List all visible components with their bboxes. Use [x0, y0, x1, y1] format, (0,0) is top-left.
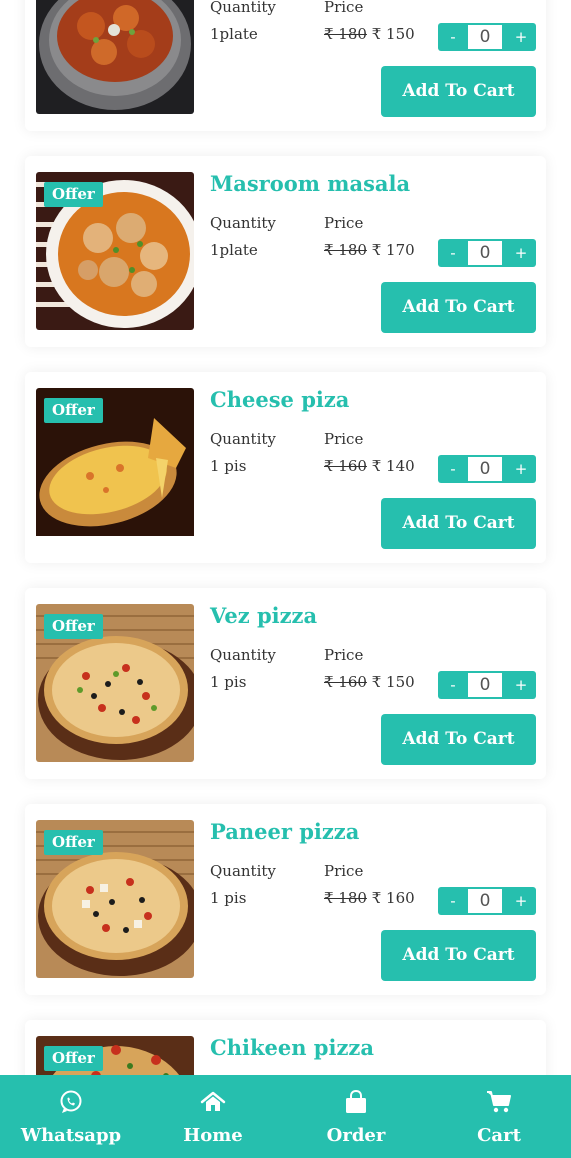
decrement-button[interactable]: -: [438, 239, 468, 267]
decrement-button[interactable]: -: [438, 455, 468, 483]
price-label: Price: [324, 0, 364, 16]
add-to-cart-button[interactable]: Add To Cart: [381, 66, 536, 117]
quantity-label: Quantity: [210, 862, 276, 880]
nav-cart[interactable]: Cart: [428, 1075, 570, 1158]
old-price: ₹ 180: [324, 25, 367, 43]
product-title: Cheese piza: [210, 387, 350, 412]
quantity-stepper: - +: [438, 887, 536, 915]
product-card: Offer Cheese piza Quantity Price 1 pis ₹…: [25, 372, 546, 563]
nav-label: Cart: [477, 1125, 521, 1146]
add-to-cart-button[interactable]: Add To Cart: [381, 498, 536, 549]
price-label: Price: [324, 646, 364, 664]
offer-badge: Offer: [44, 398, 103, 423]
product-title: Vez pizza: [210, 603, 318, 628]
add-to-cart-button[interactable]: Add To Cart: [381, 282, 536, 333]
quantity-stepper: - +: [438, 671, 536, 699]
quantity-input[interactable]: [468, 241, 502, 265]
old-price: ₹ 180: [324, 889, 367, 907]
product-title: Paneer pizza: [210, 819, 360, 844]
price-value: ₹ 160 ₹ 140: [324, 457, 415, 475]
increment-button[interactable]: +: [506, 23, 536, 51]
decrement-button[interactable]: -: [438, 23, 468, 51]
price-label: Price: [324, 430, 364, 448]
nav-home[interactable]: Home: [142, 1075, 284, 1158]
decrement-button[interactable]: -: [438, 887, 468, 915]
quantity-label: Quantity: [210, 646, 276, 664]
offer-badge: Offer: [44, 1046, 103, 1071]
nav-whatsapp[interactable]: Whatsapp: [0, 1075, 142, 1158]
offer-badge: Offer: [44, 830, 103, 855]
quantity-label: Quantity: [210, 0, 276, 16]
quantity-value: 1 pis: [210, 457, 247, 475]
old-price: ₹ 160: [324, 673, 367, 691]
increment-button[interactable]: +: [506, 239, 536, 267]
shopping-bag-icon: [285, 1089, 427, 1115]
product-image[interactable]: Offer: [36, 820, 194, 978]
quantity-value: 1plate: [210, 25, 258, 43]
offer-price: ₹ 150: [371, 25, 415, 43]
product-card: Offer Paneer pizza Quantity Price 1 pis …: [25, 804, 546, 995]
offer-price: ₹ 150: [371, 673, 415, 691]
nav-label: Order: [326, 1125, 386, 1146]
product-image[interactable]: [36, 0, 194, 114]
nav-order[interactable]: Order: [285, 1075, 427, 1158]
offer-badge: Offer: [44, 614, 103, 639]
product-card: Offer Masroom masala Quantity Price 1pla…: [25, 156, 546, 347]
product-image[interactable]: Offer: [36, 172, 194, 330]
bottom-navigation: Whatsapp Home Order Cart: [0, 1075, 571, 1158]
offer-badge: Offer: [44, 182, 103, 207]
home-icon: [142, 1089, 284, 1115]
price-label: Price: [324, 862, 364, 880]
old-price: ₹ 160: [324, 457, 367, 475]
add-to-cart-button[interactable]: Add To Cart: [381, 930, 536, 981]
quantity-label: Quantity: [210, 430, 276, 448]
product-card: Offer Vez pizza Quantity Price 1 pis ₹ 1…: [25, 588, 546, 779]
price-label: Price: [324, 214, 364, 232]
product-card: Quantity Price 1plate ₹ 180 ₹ 150 - + Ad…: [25, 0, 546, 131]
quantity-input[interactable]: [468, 25, 502, 49]
quantity-label: Quantity: [210, 214, 276, 232]
quantity-stepper: - +: [438, 23, 536, 51]
nav-label: Whatsapp: [20, 1125, 122, 1146]
price-value: ₹ 180 ₹ 160: [324, 889, 415, 907]
product-title: Masroom masala: [210, 171, 411, 196]
increment-button[interactable]: +: [506, 671, 536, 699]
offer-price: ₹ 170: [371, 241, 415, 259]
quantity-value: 1 pis: [210, 889, 247, 907]
whatsapp-icon: [0, 1089, 142, 1115]
offer-price: ₹ 140: [371, 457, 415, 475]
product-image[interactable]: Offer: [36, 388, 194, 546]
price-value: ₹ 180 ₹ 170: [324, 241, 415, 259]
quantity-value: 1plate: [210, 241, 258, 259]
add-to-cart-button[interactable]: Add To Cart: [381, 714, 536, 765]
quantity-stepper: - +: [438, 239, 536, 267]
price-value: ₹ 160 ₹ 150: [324, 673, 415, 691]
product-image[interactable]: Offer: [36, 604, 194, 762]
quantity-input[interactable]: [468, 889, 502, 913]
cart-icon: [428, 1089, 570, 1115]
quantity-stepper: - +: [438, 455, 536, 483]
price-value: ₹ 180 ₹ 150: [324, 25, 415, 43]
decrement-button[interactable]: -: [438, 671, 468, 699]
product-title: Chikeen pizza: [210, 1035, 374, 1060]
increment-button[interactable]: +: [506, 887, 536, 915]
quantity-value: 1 pis: [210, 673, 247, 691]
nav-label: Home: [183, 1125, 243, 1146]
old-price: ₹ 180: [324, 241, 367, 259]
offer-price: ₹ 160: [371, 889, 415, 907]
increment-button[interactable]: +: [506, 455, 536, 483]
quantity-input[interactable]: [468, 457, 502, 481]
quantity-input[interactable]: [468, 673, 502, 697]
